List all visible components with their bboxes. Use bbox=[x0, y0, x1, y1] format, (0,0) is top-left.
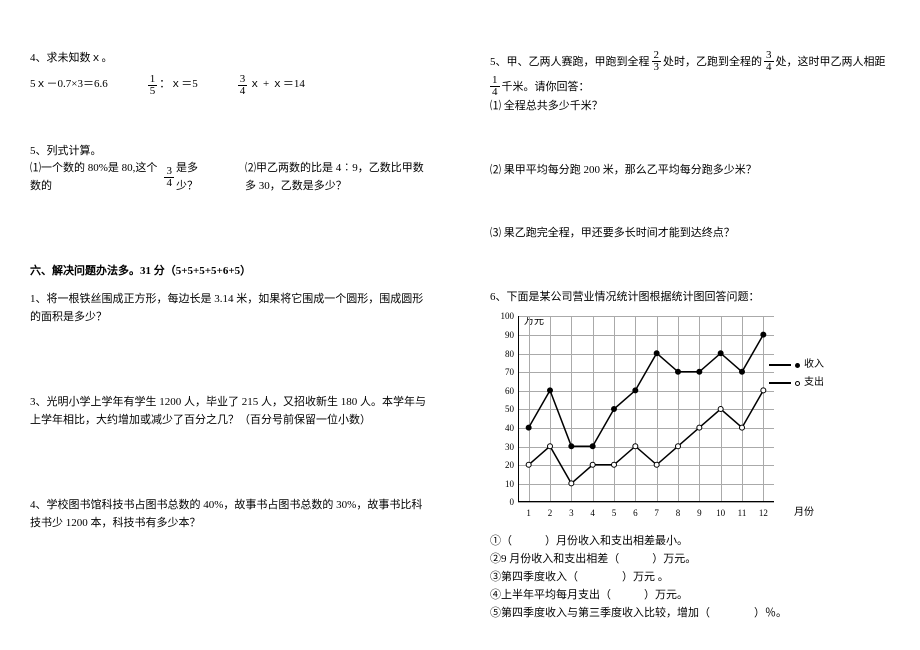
q5r-stem: 5、甲、乙两人赛跑，甲跑到全程 2 3 处时，乙跑到全程的 3 4 处，这时甲乙… bbox=[490, 50, 890, 98]
q6-3: 3、光明小学上学年有学生 1200 人，毕业了 215 人，又招收新生 180 … bbox=[30, 394, 430, 429]
q6-1: 1、将一根铁丝围成正方形，每边长是 3.14 米，如果将它围成一个圆形，围成圆形… bbox=[30, 291, 430, 326]
legend-income: 收入 bbox=[769, 356, 824, 374]
q6r-4: ④上半年平均每月支出（ ）万元。 bbox=[490, 586, 890, 602]
q5r-t3: 处，这时甲乙两人相距 bbox=[776, 51, 886, 73]
q4-equations: 5ｘ－0.7×3＝6.6 1 5 ：ｘ＝5 3 4 ｘ + ｘ＝14 bbox=[30, 74, 430, 97]
q5r-1: ⑴ 全程总共多少千米？ bbox=[490, 98, 890, 116]
legend-dot-solid-icon bbox=[795, 363, 800, 368]
q4-block: 4、求未知数ｘ。 5ｘ－0.7×3＝6.6 1 5 ：ｘ＝5 3 4 ｘ + ｘ… bbox=[30, 50, 430, 97]
q4-eq3-tail: ｘ + ｘ＝14 bbox=[249, 76, 305, 94]
q5r-3: ⑶ 果乙跑完全程，甲还要多长时间才能到达终点？ bbox=[490, 225, 890, 243]
frac-2-3: 2 3 bbox=[652, 50, 662, 73]
legend-income-label: 收入 bbox=[804, 356, 824, 374]
chart: 万元 月份 0102030405060708090100123456789101… bbox=[494, 316, 814, 526]
x-axis-label: 月份 bbox=[794, 503, 814, 518]
q6r-3: ③第四季度收入（ ）万元 。 bbox=[490, 568, 890, 584]
q6r-5: ⑤第四季度收入与第三季度收入比较，增加（ ）％。 bbox=[490, 604, 890, 620]
q4-eq3: 3 4 ｘ + ｘ＝14 bbox=[238, 74, 305, 97]
legend-line2-icon bbox=[769, 382, 791, 384]
q6r-1: ①（ ）月份收入和支出相差最小。 bbox=[490, 532, 890, 548]
q5r-2: ⑵ 果甲平均每分跑 200 米，那么乙平均每分跑多少米？ bbox=[490, 162, 890, 180]
legend-line-icon bbox=[769, 364, 791, 366]
frac-1-5: 1 5 bbox=[148, 74, 158, 97]
chart-legend: 收入 支出 bbox=[769, 356, 824, 392]
frac-3-4-a: 3 4 bbox=[238, 74, 248, 97]
q4-title: 4、求未知数ｘ。 bbox=[30, 50, 430, 68]
left-column: 4、求未知数ｘ。 5ｘ－0.7×3＝6.6 1 5 ：ｘ＝5 3 4 ｘ + ｘ… bbox=[30, 50, 460, 630]
legend-expense: 支出 bbox=[769, 374, 824, 392]
q5r-block: 5、甲、乙两人赛跑，甲跑到全程 2 3 处时，乙跑到全程的 3 4 处，这时甲乙… bbox=[490, 50, 890, 116]
frac-3-4-c: 3 4 bbox=[764, 50, 774, 73]
section-6-title: 六、解决问题办法多。31 分（5+5+5+5+6+5） bbox=[30, 263, 430, 281]
q4-eq2: 1 5 ：ｘ＝5 bbox=[148, 74, 198, 97]
q6-4: 4、学校图书馆科技书占图书总数的 40%，故事书占图书总数的 30%，故事书比科… bbox=[30, 497, 430, 532]
legend-dot-hollow-icon bbox=[795, 381, 800, 386]
q5-1-post: 是多少？ bbox=[176, 160, 215, 195]
q5-sub: ⑴一个数的 80%是 80,这个数的 3 4 是多少？ ⑵甲乙两数的比是 4︰9… bbox=[30, 160, 430, 195]
q5r-t2: 处时，乙跑到全程的 bbox=[663, 51, 762, 73]
q5-1: ⑴一个数的 80%是 80,这个数的 3 4 是多少？ bbox=[30, 160, 215, 195]
q6r-2: ②9 月份收入和支出相差（ ）万元。 bbox=[490, 550, 890, 566]
q4-eq2-tail: ：ｘ＝5 bbox=[159, 76, 198, 94]
q5-title: 5、列式计算。 bbox=[30, 143, 430, 161]
q4-eq1: 5ｘ－0.7×3＝6.6 bbox=[30, 76, 108, 94]
q5-1-pre: ⑴一个数的 80%是 80,这个数的 bbox=[30, 160, 162, 195]
q5-block: 5、列式计算。 ⑴一个数的 80%是 80,这个数的 3 4 是多少？ ⑵甲乙两… bbox=[30, 143, 430, 196]
right-column: 5、甲、乙两人赛跑，甲跑到全程 2 3 处时，乙跑到全程的 3 4 处，这时甲乙… bbox=[460, 50, 890, 630]
frac-1-4: 1 4 bbox=[490, 75, 500, 98]
chart-plot bbox=[518, 316, 774, 502]
legend-expense-label: 支出 bbox=[804, 374, 824, 392]
q5r-t1: 5、甲、乙两人赛跑，甲跑到全程 bbox=[490, 51, 650, 73]
q5-2: ⑵甲乙两数的比是 4︰9，乙数比甲数多 30，乙数是多少？ bbox=[245, 160, 430, 195]
frac-3-4-b: 3 4 bbox=[164, 166, 174, 189]
q5r-t4: 千米。请你回答： bbox=[502, 76, 590, 98]
q6r-title: 6、下面是某公司营业情况统计图根据统计图回答问题： bbox=[490, 289, 890, 307]
